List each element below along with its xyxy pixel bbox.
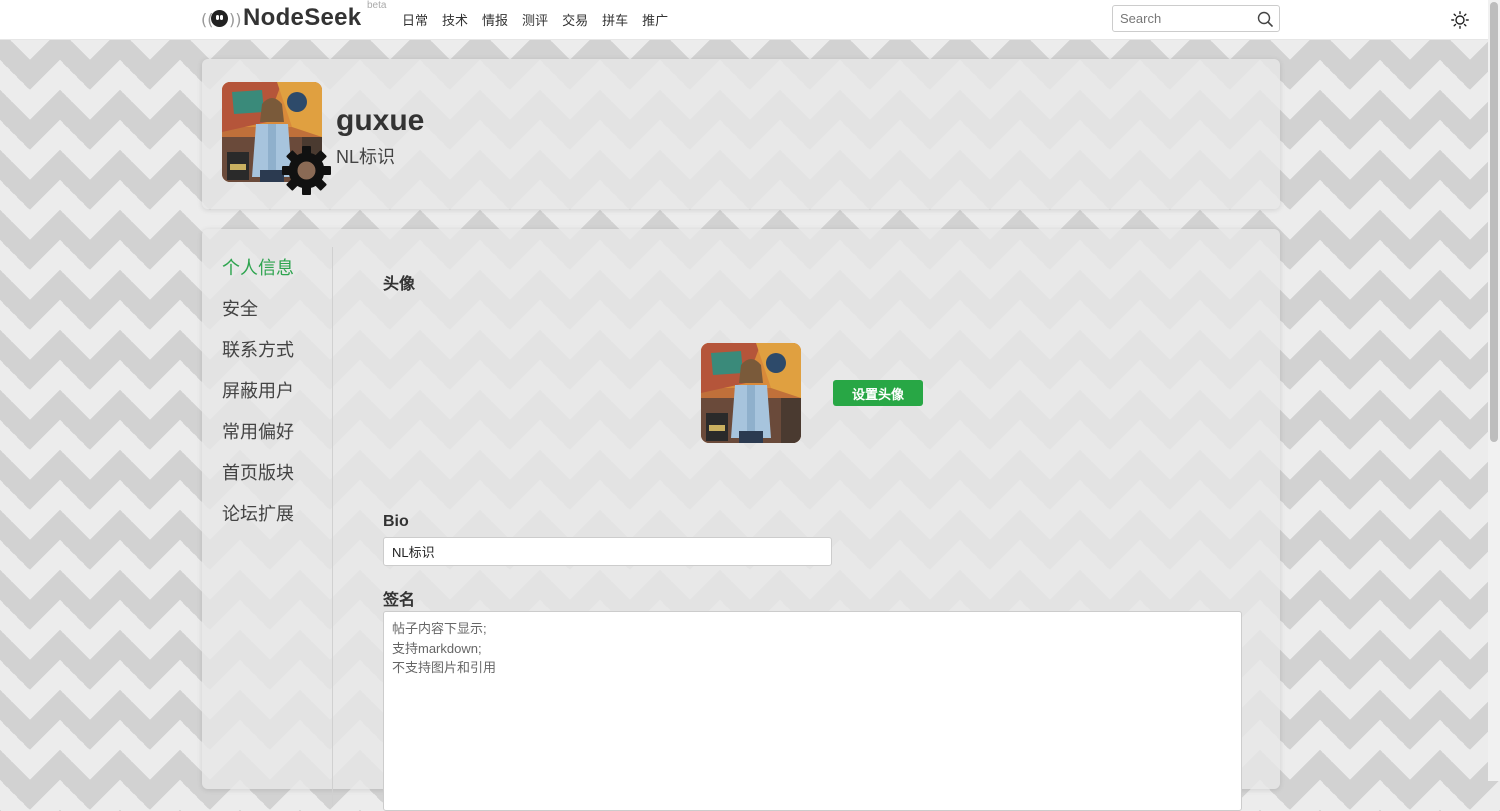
profile-username: guxue — [336, 104, 425, 137]
avatar-label: 头像 — [383, 276, 416, 293]
logo-mark-icon: (( )) — [201, 10, 242, 29]
signature-textarea[interactable] — [383, 611, 1242, 811]
site-logo[interactable]: (( )) NodeSeek beta — [201, 0, 386, 32]
nav-item-trade[interactable]: 交易 — [562, 10, 588, 29]
logo-text: NodeSeek — [243, 4, 362, 31]
nav-item-info[interactable]: 情报 — [482, 10, 508, 29]
bio-field[interactable] — [383, 537, 832, 566]
sidebar-item-extensions[interactable]: 论坛扩展 — [222, 503, 294, 544]
sidebar-item-blocked-users[interactable]: 屏蔽用户 — [222, 380, 294, 421]
beta-badge: beta — [367, 0, 387, 11]
profile-header-card: guxue NL标识 — [202, 59, 1280, 209]
signature-label: 签名 — [383, 592, 416, 609]
page-scrollbar[interactable] — [1488, 0, 1500, 781]
sidebar-item-home-sections[interactable]: 首页版块 — [222, 462, 294, 503]
sidebar-item-contact[interactable]: 联系方式 — [222, 339, 294, 380]
nav-item-tech[interactable]: 技术 — [442, 10, 468, 29]
search-input[interactable] — [1113, 6, 1250, 30]
nav-item-promo[interactable]: 推广 — [642, 10, 668, 29]
gear-icon[interactable] — [280, 144, 333, 197]
sidebar-divider — [332, 247, 333, 807]
nav-item-daily[interactable]: 日常 — [402, 10, 428, 29]
main-nav: 日常 技术 情报 测评 交易 拼车 推广 — [402, 10, 668, 29]
scrollbar-thumb[interactable] — [1490, 2, 1498, 442]
settings-sidebar: 个人信息 安全 联系方式 屏蔽用户 常用偏好 首页版块 论坛扩展 — [222, 257, 294, 544]
sidebar-item-security[interactable]: 安全 — [222, 298, 294, 339]
avatar-preview — [701, 343, 801, 443]
search-box — [1112, 5, 1280, 32]
sun-icon[interactable] — [1451, 11, 1469, 29]
bio-label: Bio — [383, 513, 409, 530]
nav-item-carpool[interactable]: 拼车 — [602, 10, 628, 29]
top-navbar: (( )) NodeSeek beta 日常 技术 情报 测评 交易 拼车 推广 — [0, 0, 1488, 40]
sidebar-item-preferences[interactable]: 常用偏好 — [222, 421, 294, 462]
nav-item-review[interactable]: 测评 — [522, 10, 548, 29]
search-icon[interactable] — [1257, 11, 1273, 27]
settings-card: 个人信息 安全 联系方式 屏蔽用户 常用偏好 首页版块 论坛扩展 头像 设置头像… — [202, 229, 1280, 811]
sidebar-item-profile[interactable]: 个人信息 — [222, 257, 294, 298]
set-avatar-button[interactable]: 设置头像 — [833, 380, 923, 406]
profile-bio: NL标识 — [336, 147, 396, 167]
